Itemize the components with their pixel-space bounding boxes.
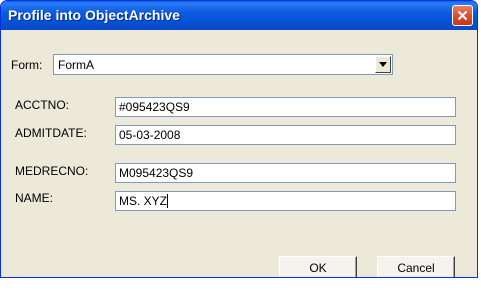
form-select[interactable]: FormA [53,54,393,75]
close-icon [457,10,468,21]
chevron-down-icon [379,62,387,67]
acctno-label: ACCTNO: [15,98,69,112]
dialog-window: Profile into ObjectArchive Form: FormA A… [0,0,478,278]
form-select-dropdown-button[interactable] [375,56,391,73]
admitdate-value: 05-03-2008 [119,128,181,142]
ok-button[interactable]: OK [279,256,357,277]
name-label: NAME: [15,191,54,205]
form-label: Form: [11,58,43,72]
medrecno-label: MEDRECNO: [15,164,89,178]
medrecno-value: M095423QS9 [119,166,194,180]
name-value: MS. XYZ [119,194,168,208]
acctno-value: #095423QS9 [119,100,190,114]
admitdate-label: ADMITDATE: [15,126,87,140]
window-title: Profile into ObjectArchive [8,7,180,23]
form-select-value: FormA [58,58,94,72]
admitdate-field[interactable]: 05-03-2008 [115,125,456,145]
medrecno-field[interactable]: M095423QS9 [115,163,456,183]
close-button[interactable] [452,5,473,26]
dialog-body: Form: FormA ACCTNO: #095423QS9 ADMITDATE… [4,30,474,277]
name-field[interactable]: MS. XYZ [115,191,456,211]
text-cursor [167,194,169,208]
cancel-button[interactable]: Cancel [377,256,455,277]
title-bar[interactable]: Profile into ObjectArchive [1,1,477,30]
acctno-field[interactable]: #095423QS9 [115,97,456,117]
